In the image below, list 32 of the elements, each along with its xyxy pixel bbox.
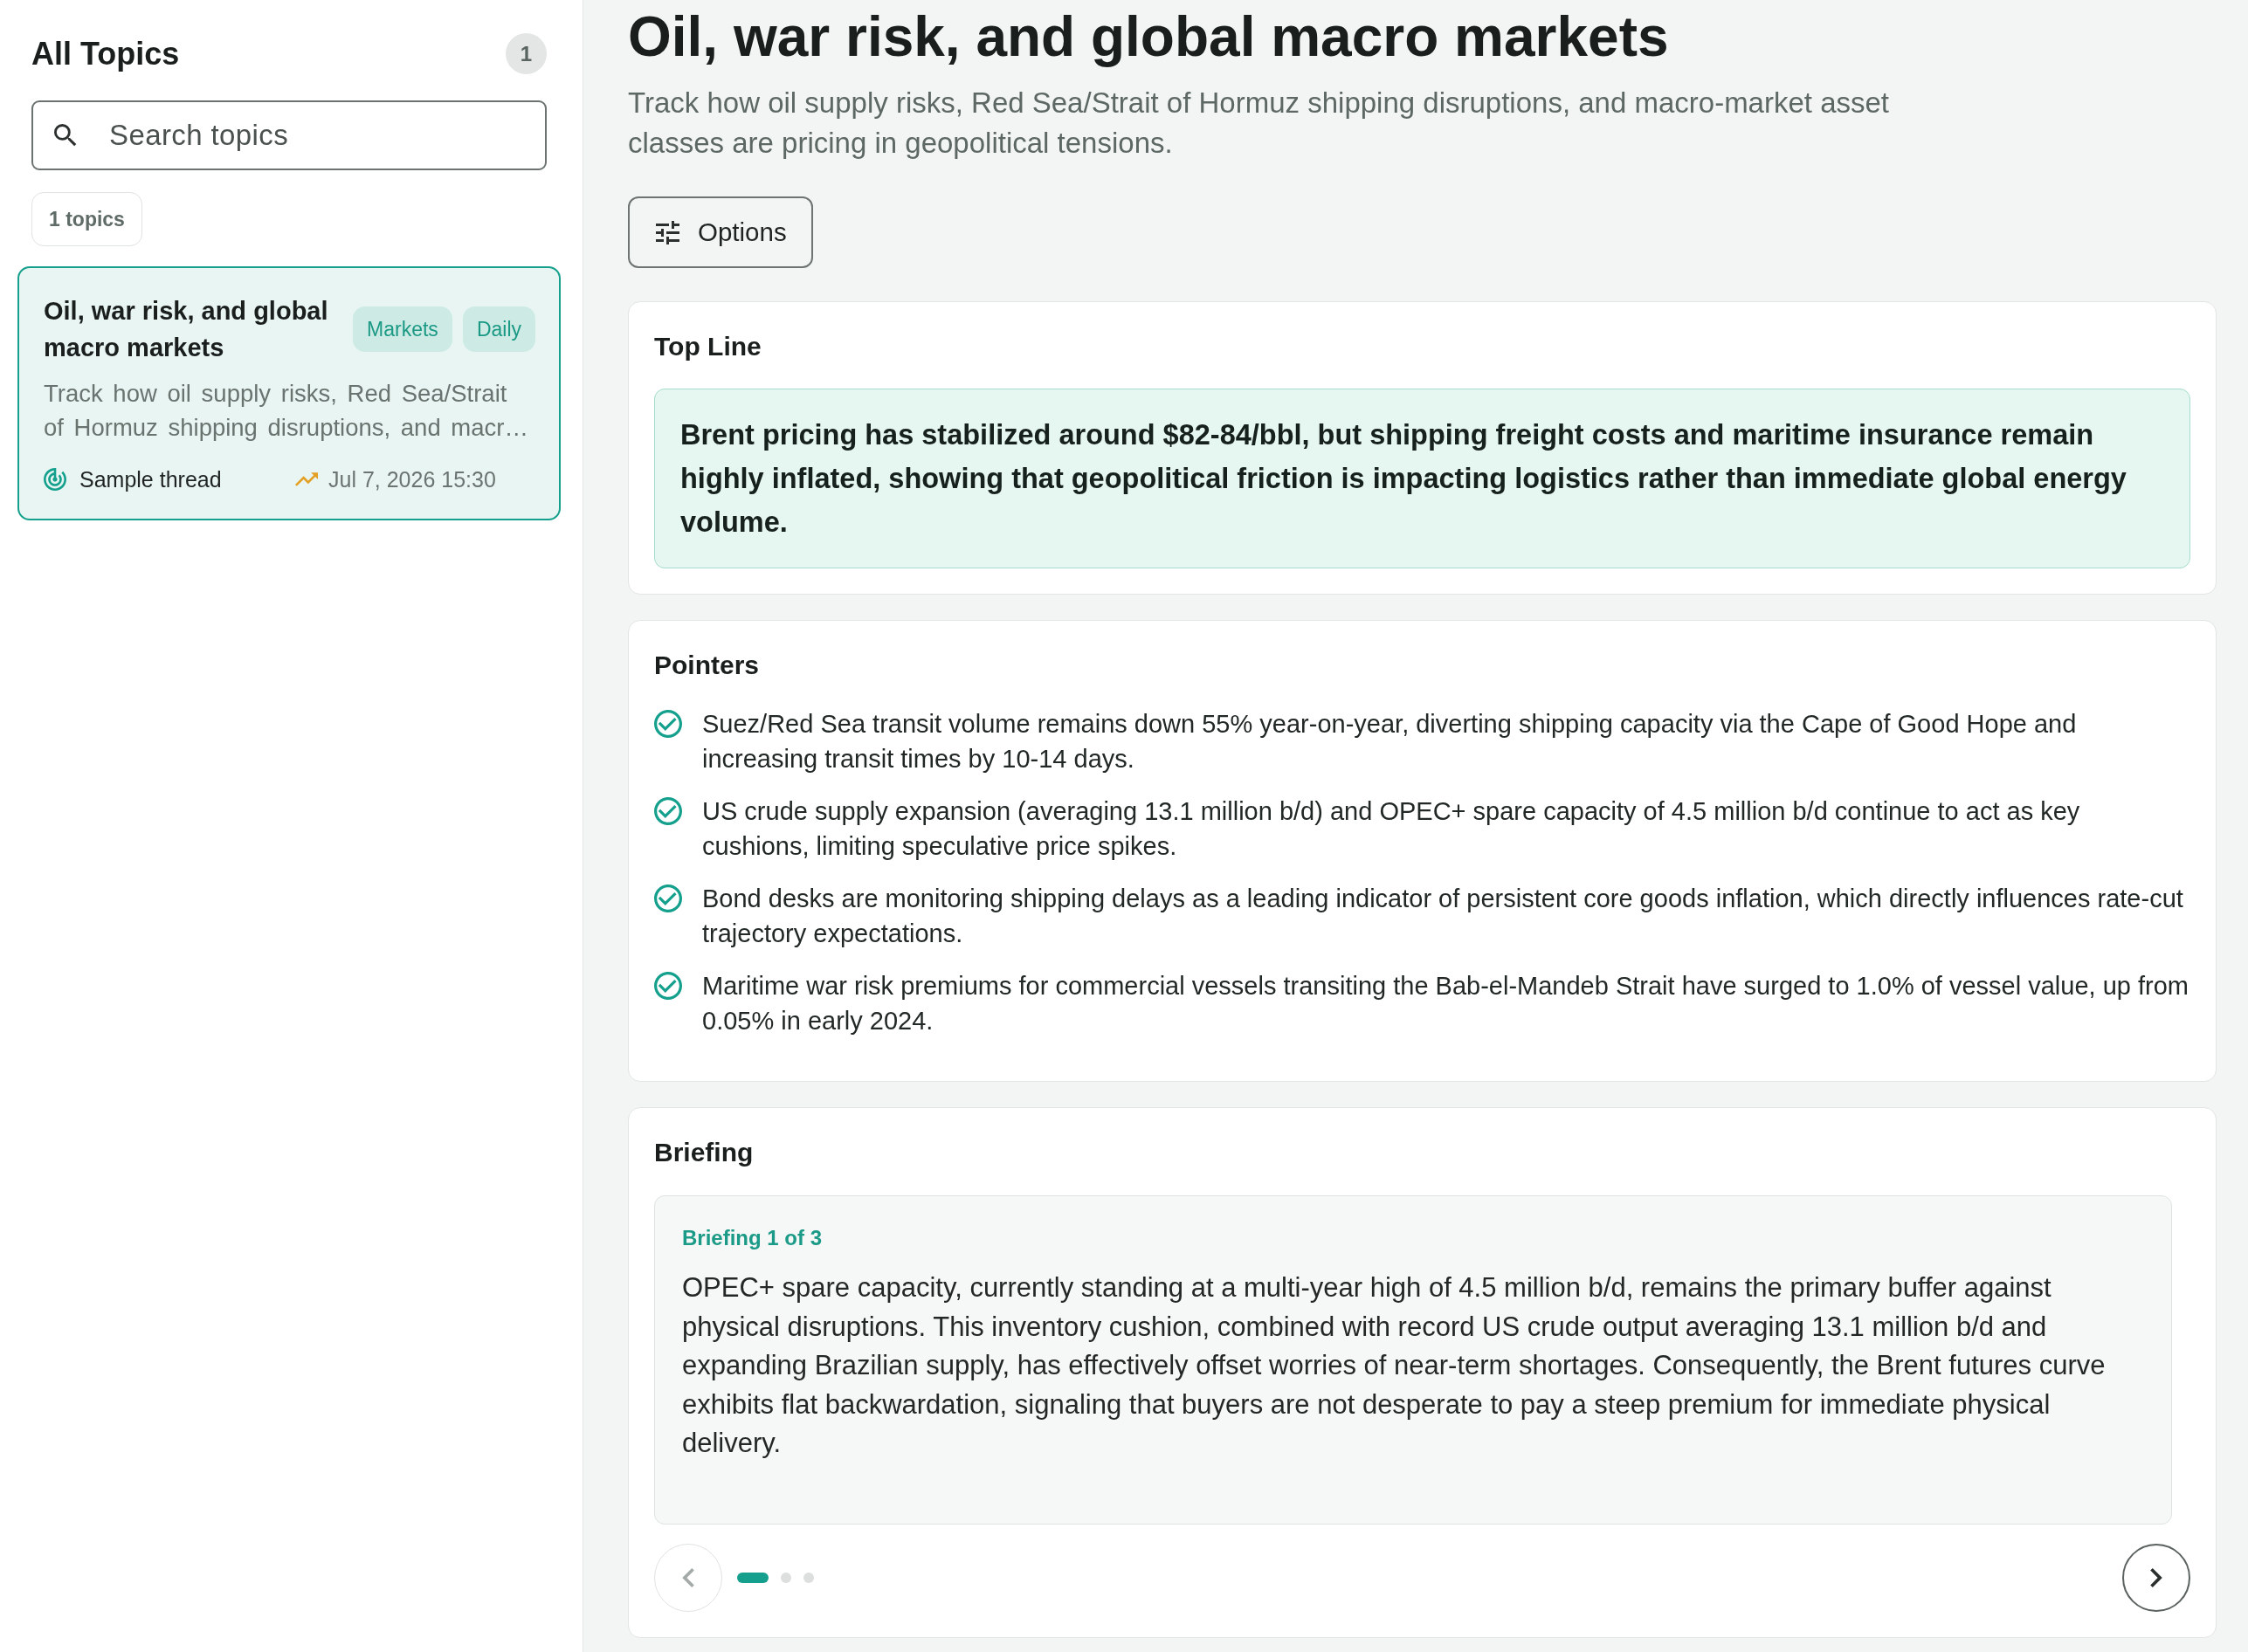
topic-count-chip: 1 topics <box>31 192 142 246</box>
briefing-counter: Briefing 1 of 3 <box>682 1225 824 1251</box>
search-icon <box>54 124 77 147</box>
chevron-left-icon <box>682 1567 694 1587</box>
section-heading: Pointers <box>654 650 761 680</box>
thread-label: Sample thread <box>79 466 222 492</box>
sidebar-title: All Topics <box>31 35 180 73</box>
section-heading: Top Line <box>654 332 762 361</box>
category-tag: Daily <box>462 306 535 352</box>
summary-callout: Brent pricing has stabilized around $82-84/bbl, but shipping freight costs and maritime insurance remain highly inflated, showing that geopolitical friction is impacting logistics rather than immediate global energy volume. <box>654 389 2190 568</box>
sliders-icon <box>656 220 679 244</box>
topic-title: Oil, war risk, and global macro markets <box>44 296 329 363</box>
carousel-dot[interactable] <box>781 1572 791 1583</box>
category-tag: Markets <box>353 306 452 352</box>
carousel-dot[interactable] <box>803 1572 814 1583</box>
page-title: Oil, war risk, and global macro markets <box>628 4 1670 70</box>
timestamp: Jul 7, 2026 15:30 <box>328 466 496 492</box>
pointer-text: US crude supply expansion (averaging 13.1 million b/d) and OPEC+ spare capacity of 4.5 million b/d continue to act as key cushions, limiting speculative price spikes. <box>702 796 2081 862</box>
options-button[interactable]: Options <box>628 196 813 268</box>
count-badge: 1 <box>506 33 547 74</box>
topic-card[interactable]: Oil, war risk, and global macro markets Markets Daily Track how oil supply risks, Red Sea/Strait of Hormuz shipping disruptions, and macr… Sample thread Jul 7, 2026 15:30 <box>17 266 561 520</box>
pointer-text: Bond desks are monitoring shipping delays as a leading indicator of persistent core goods inflation, which directly influences rate-cut trajectory expectations. <box>702 884 2184 949</box>
target-icon <box>44 468 66 491</box>
chevron-right-icon <box>2150 1567 2162 1587</box>
topic-description: Track how oil supply risks, Red Sea/Strait of Hormuz shipping disruptions, and macr… <box>44 379 529 443</box>
section-heading: Briefing <box>654 1138 755 1167</box>
pointer-text: Maritime war risk premiums for commercial vessels transiting the Bab-el-Mandeb Strait have surged to 1.0% of vessel value, up from 0.05% in early 2024. <box>702 971 2189 1036</box>
trend-up-icon <box>295 472 318 486</box>
page-subtitle: Track how oil supply risks, Red Sea/Strait of Hormuz shipping disruptions, and macro-market asset classes are pricing in geopolitical tensions. <box>628 86 1891 161</box>
briefing-text: OPEC+ spare capacity, currently standing at a multi-year high of 4.5 million b/d, remains the primary buffer against physical disruptions. This inventory cushion, combined with record US crude output averaging 13.1 million b/d and expanding Brazilian supply, has effectively offset worries of near-term shortages. Consequently, the Brent futures curve exhibits flat backwardation, signaling that buyers are not desperate to pay a steep premium for immediate physical delivery. <box>682 1271 2107 1460</box>
pointer-text: Suez/Red Sea transit volume remains down 55% year-on-year, diverting shipping capacity via the Cape of Good Hope and increasing transit times by 10-14 days. <box>702 709 2078 774</box>
search-field[interactable]: Search topics <box>31 100 547 170</box>
